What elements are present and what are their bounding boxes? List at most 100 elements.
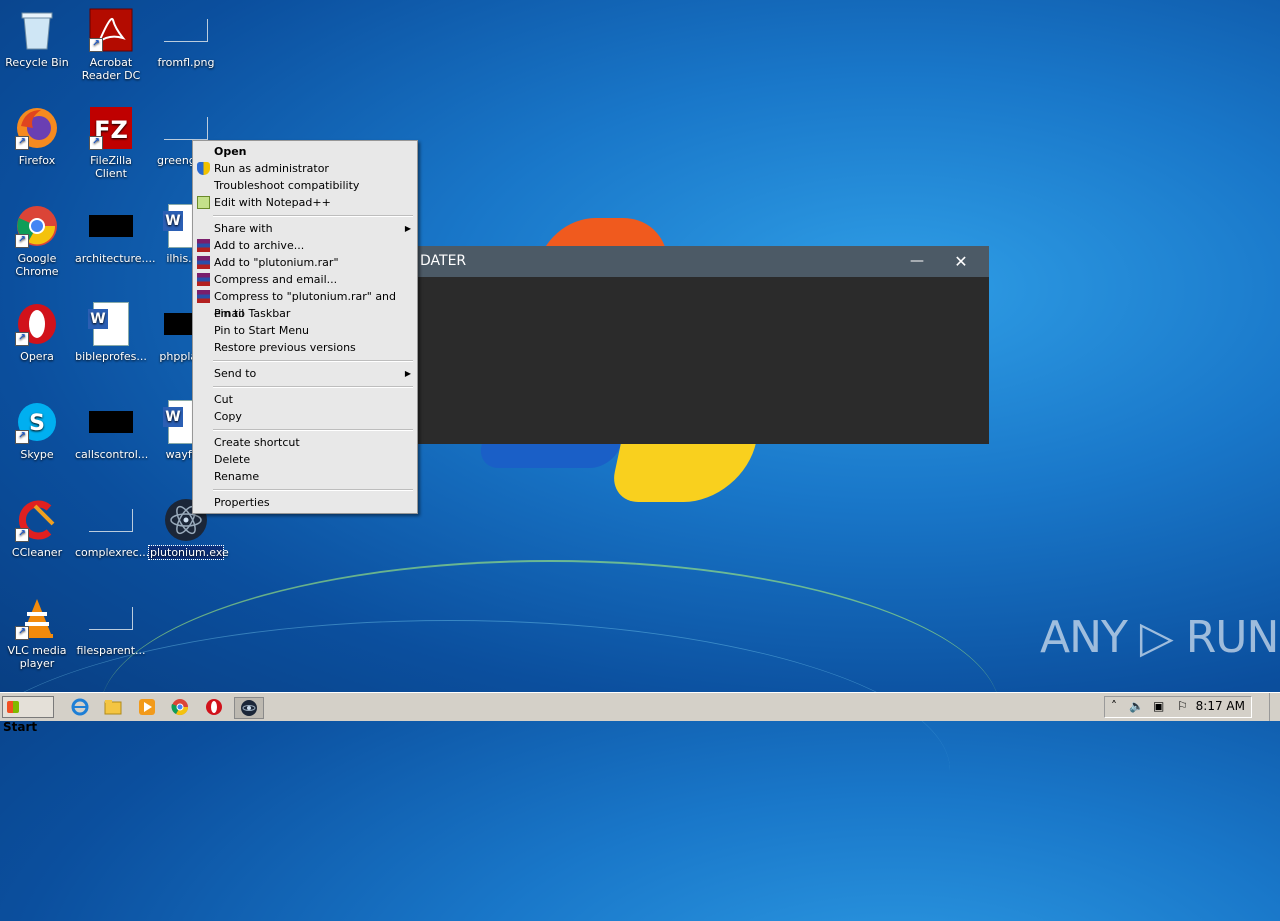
icon-label: Google Chrome: [15, 252, 59, 278]
icon-label: fromfl.png: [157, 56, 215, 69]
close-button[interactable]: ✕: [947, 246, 975, 277]
firefox-icon: ↗: [15, 106, 59, 150]
icon-label: Firefox: [18, 154, 56, 167]
menu-item-add-to-rar[interactable]: Add to "plutonium.rar": [193, 254, 417, 271]
desktop-icon-opera[interactable]: ↗ Opera: [0, 302, 74, 363]
notepadpp-icon: [197, 196, 210, 209]
action-center-flag-icon[interactable]: ⚐: [1177, 699, 1188, 713]
menu-separator: [213, 429, 413, 431]
menu-separator: [213, 489, 413, 491]
menu-item-troubleshoot[interactable]: Troubleshoot compatibility: [193, 177, 417, 194]
recycle-bin-icon: [15, 8, 59, 52]
desktop-icon-firefox[interactable]: ↗ Firefox: [0, 106, 74, 167]
menu-item-compress-email[interactable]: Compress and email...: [193, 271, 417, 288]
menu-item-add-to-archive[interactable]: Add to archive...: [193, 237, 417, 254]
desktop-icon-bibleprofes[interactable]: W bibleprofes...: [74, 302, 148, 363]
icon-label: callscontrol...: [75, 448, 149, 461]
menu-item-run-as-admin[interactable]: Run as administrator: [193, 160, 417, 177]
start-label: Start: [3, 720, 38, 734]
opera-taskbar-icon[interactable]: [204, 697, 224, 717]
media-player-icon[interactable]: [137, 697, 157, 717]
blank-file-icon: [164, 8, 208, 52]
file-explorer-icon[interactable]: [103, 697, 123, 717]
blank-file-icon: [89, 498, 133, 542]
menu-item-properties[interactable]: Properties: [193, 494, 417, 511]
shortcut-arrow-icon: ↗: [89, 38, 103, 52]
menu-item-pin-taskbar[interactable]: Pin to Taskbar: [193, 305, 417, 322]
shortcut-arrow-icon: ↗: [15, 626, 29, 640]
winrar-icon: [197, 256, 210, 269]
wallpaper-swoosh-2: [0, 620, 950, 921]
winrar-icon: [197, 273, 210, 286]
desktop-icon-skype[interactable]: S ↗ Skype: [0, 400, 74, 461]
vlc-icon: ↗: [15, 596, 59, 640]
winrar-icon: [197, 239, 210, 252]
icon-label: FileZilla Client: [90, 154, 132, 180]
icon-label: Acrobat Reader DC: [81, 56, 141, 82]
icon-label: Skype: [20, 448, 54, 461]
menu-item-edit-notepadpp[interactable]: Edit with Notepad++: [193, 194, 417, 211]
clock[interactable]: 8:17 AM: [1196, 699, 1245, 713]
menu-item-rename[interactable]: Rename: [193, 468, 417, 485]
menu-item-send-to[interactable]: Send to ▶: [193, 365, 417, 382]
context-menu: Open Run as administrator Troubleshoot c…: [192, 140, 418, 514]
redacted-thumbnail-icon: [89, 400, 133, 444]
desktop-icon-recycle-bin[interactable]: Recycle Bin: [0, 8, 74, 69]
plutonium-taskbar-icon[interactable]: [234, 697, 264, 719]
network-icon[interactable]: ▣: [1153, 699, 1164, 713]
icon-label: VLC media player: [7, 644, 67, 670]
desktop-icon-ccleaner[interactable]: ↗ CCleaner: [0, 498, 74, 559]
submenu-arrow-icon: ▶: [404, 224, 411, 233]
menu-separator: [213, 215, 413, 217]
shortcut-arrow-icon: ↗: [15, 136, 29, 150]
desktop-icon-filezilla[interactable]: FZ ↗ FileZilla Client: [74, 106, 148, 180]
desktop-icon-callscontrol[interactable]: callscontrol...: [74, 400, 148, 461]
menu-item-restore-versions[interactable]: Restore previous versions: [193, 339, 417, 356]
icon-label: bibleprofes...: [75, 350, 147, 363]
blank-file-icon: [89, 596, 133, 640]
shortcut-arrow-icon: ↗: [15, 430, 29, 444]
window-title: DATER: [420, 253, 467, 269]
minimize-button[interactable]: —: [903, 246, 931, 277]
icon-label: complexrec...: [75, 546, 150, 559]
wallpaper-flag-blue: [477, 440, 623, 468]
desktop-icon-google-chrome[interactable]: ↗ Google Chrome: [0, 204, 74, 278]
windows-logo-icon: [7, 701, 19, 713]
desktop-icon-acrobat[interactable]: ↗ Acrobat Reader DC: [74, 8, 148, 82]
menu-item-open[interactable]: Open: [193, 143, 417, 160]
uac-shield-icon: [197, 162, 210, 175]
show-hidden-icons-icon[interactable]: ˄: [1111, 699, 1117, 713]
internet-explorer-icon[interactable]: [70, 697, 90, 717]
word-document-icon: W: [88, 302, 133, 346]
updater-window[interactable]: DATER — ✕: [402, 246, 989, 444]
desktop-icon-fromfl[interactable]: fromfl.png: [149, 8, 223, 69]
icon-label: architecture....: [75, 252, 156, 265]
redacted-thumbnail-icon: [89, 204, 133, 248]
start-button[interactable]: Start: [2, 696, 54, 734]
volume-icon[interactable]: 🔈: [1129, 699, 1144, 713]
menu-item-cut[interactable]: Cut: [193, 391, 417, 408]
show-desktop-button[interactable]: [1269, 693, 1280, 721]
desktop-icon-complexrec[interactable]: complexrec...: [74, 498, 150, 559]
window-titlebar[interactable]: DATER — ✕: [402, 246, 989, 277]
shortcut-arrow-icon: ↗: [15, 234, 29, 248]
icon-label-selected: plutonium.exe: [148, 545, 229, 560]
shortcut-arrow-icon: ↗: [15, 528, 29, 542]
menu-item-delete[interactable]: Delete: [193, 451, 417, 468]
desktop-icon-vlc[interactable]: ↗ VLC media player: [0, 596, 74, 670]
menu-item-compress-rar-email[interactable]: Compress to "plutonium.rar" and email: [193, 288, 417, 320]
menu-item-copy[interactable]: Copy: [193, 408, 417, 425]
desktop-icon-architecture[interactable]: architecture....: [74, 204, 156, 265]
skype-icon: S ↗: [15, 400, 59, 444]
menu-item-share-with[interactable]: Share with ▶: [193, 220, 417, 237]
opera-icon: ↗: [15, 302, 59, 346]
menu-separator: [213, 386, 413, 388]
desktop-icon-filesparent[interactable]: filesparent...: [74, 596, 148, 657]
ccleaner-icon: ↗: [15, 498, 59, 542]
icon-label: Opera: [20, 350, 54, 363]
chrome-taskbar-icon[interactable]: [170, 697, 190, 717]
shortcut-arrow-icon: ↗: [15, 332, 29, 346]
menu-item-create-shortcut[interactable]: Create shortcut: [193, 434, 417, 451]
taskbar: Start ˄ 🔈 ▣ ⚐ 8:17 AM: [0, 692, 1280, 734]
menu-item-pin-start[interactable]: Pin to Start Menu: [193, 322, 417, 339]
